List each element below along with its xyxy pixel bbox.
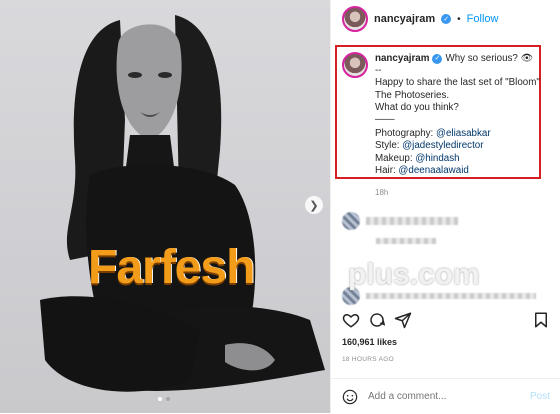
caption-line: What do you think? bbox=[375, 101, 459, 113]
caption-username[interactable]: nancyajram bbox=[375, 53, 429, 65]
post-comment-button[interactable]: Post bbox=[530, 391, 550, 402]
credit-line: Style: @jadestyledirector bbox=[375, 140, 541, 152]
caption-timestamp: 18h bbox=[375, 188, 389, 197]
credit-handle-link[interactable]: @jadestyledirector bbox=[402, 140, 483, 151]
caption-line: —— bbox=[375, 114, 395, 126]
save-bookmark-icon[interactable] bbox=[532, 311, 550, 329]
post-time-ago: 18 HOURS AGO bbox=[342, 356, 395, 363]
comment-row bbox=[376, 238, 436, 244]
blurred-comment-text bbox=[366, 293, 536, 299]
avatar[interactable] bbox=[342, 6, 368, 32]
caption-line: Happy to share the last set of "Bloom" bbox=[375, 77, 540, 89]
comment-input[interactable] bbox=[366, 390, 530, 403]
credit-label: Photography: bbox=[375, 128, 437, 140]
post-photo: ❯ bbox=[0, 0, 330, 413]
credit-label: Style: bbox=[375, 140, 403, 152]
credit-label: Makeup: bbox=[375, 152, 416, 164]
post-actions bbox=[342, 311, 550, 329]
like-heart-icon[interactable] bbox=[342, 311, 360, 329]
credit-line: Photography: @eliasabkar bbox=[375, 128, 541, 140]
credit-label: Hair: bbox=[375, 164, 399, 176]
verified-badge-icon: ✓ bbox=[441, 14, 452, 24]
carousel-dot bbox=[158, 397, 162, 401]
blurred-comment-text bbox=[366, 217, 458, 225]
caption-line: Why so serious? 👁 bbox=[445, 53, 534, 64]
credit-line: Hair: @deenaalawaid bbox=[375, 165, 541, 177]
share-send-icon[interactable] bbox=[394, 311, 412, 329]
credit-handle-link[interactable]: @hindash bbox=[415, 153, 459, 164]
next-photo-button[interactable]: ❯ bbox=[305, 196, 323, 214]
username-link[interactable]: nancyajram bbox=[374, 13, 435, 25]
comment-bubble-icon[interactable] bbox=[368, 311, 386, 329]
woman-photo-illustration bbox=[40, 15, 325, 392]
blurred-comment-text bbox=[376, 238, 436, 244]
post-caption: nancyajram ✓ Why so serious? 👁 -- Happy … bbox=[375, 53, 541, 177]
avatar bbox=[342, 212, 360, 230]
post-header: nancyajram ✓ • Follow bbox=[342, 5, 498, 33]
credit-line: Makeup: @hindash bbox=[375, 153, 541, 165]
verified-badge-icon: ✓ bbox=[432, 54, 443, 65]
follow-button[interactable]: Follow bbox=[467, 13, 499, 25]
carousel-dot bbox=[166, 397, 170, 401]
credit-handle-link[interactable]: @deenaalawaid bbox=[398, 165, 468, 176]
comment-row bbox=[342, 212, 458, 230]
caption-line: The Photoseries. bbox=[375, 89, 450, 101]
likes-count[interactable]: 160,961 likes bbox=[342, 337, 397, 347]
watermark-suffix: plus.com bbox=[348, 258, 480, 291]
credit-handle-link[interactable]: @eliasabkar bbox=[436, 128, 491, 139]
separator-dot: • bbox=[457, 13, 461, 25]
carousel-indicator bbox=[158, 397, 170, 401]
comment-composer: Post bbox=[330, 378, 560, 414]
avatar[interactable] bbox=[342, 52, 368, 78]
caption-line: -- bbox=[375, 65, 382, 77]
emoji-smile-icon[interactable] bbox=[342, 389, 358, 405]
watermark-logo: Farfesh bbox=[88, 241, 255, 294]
